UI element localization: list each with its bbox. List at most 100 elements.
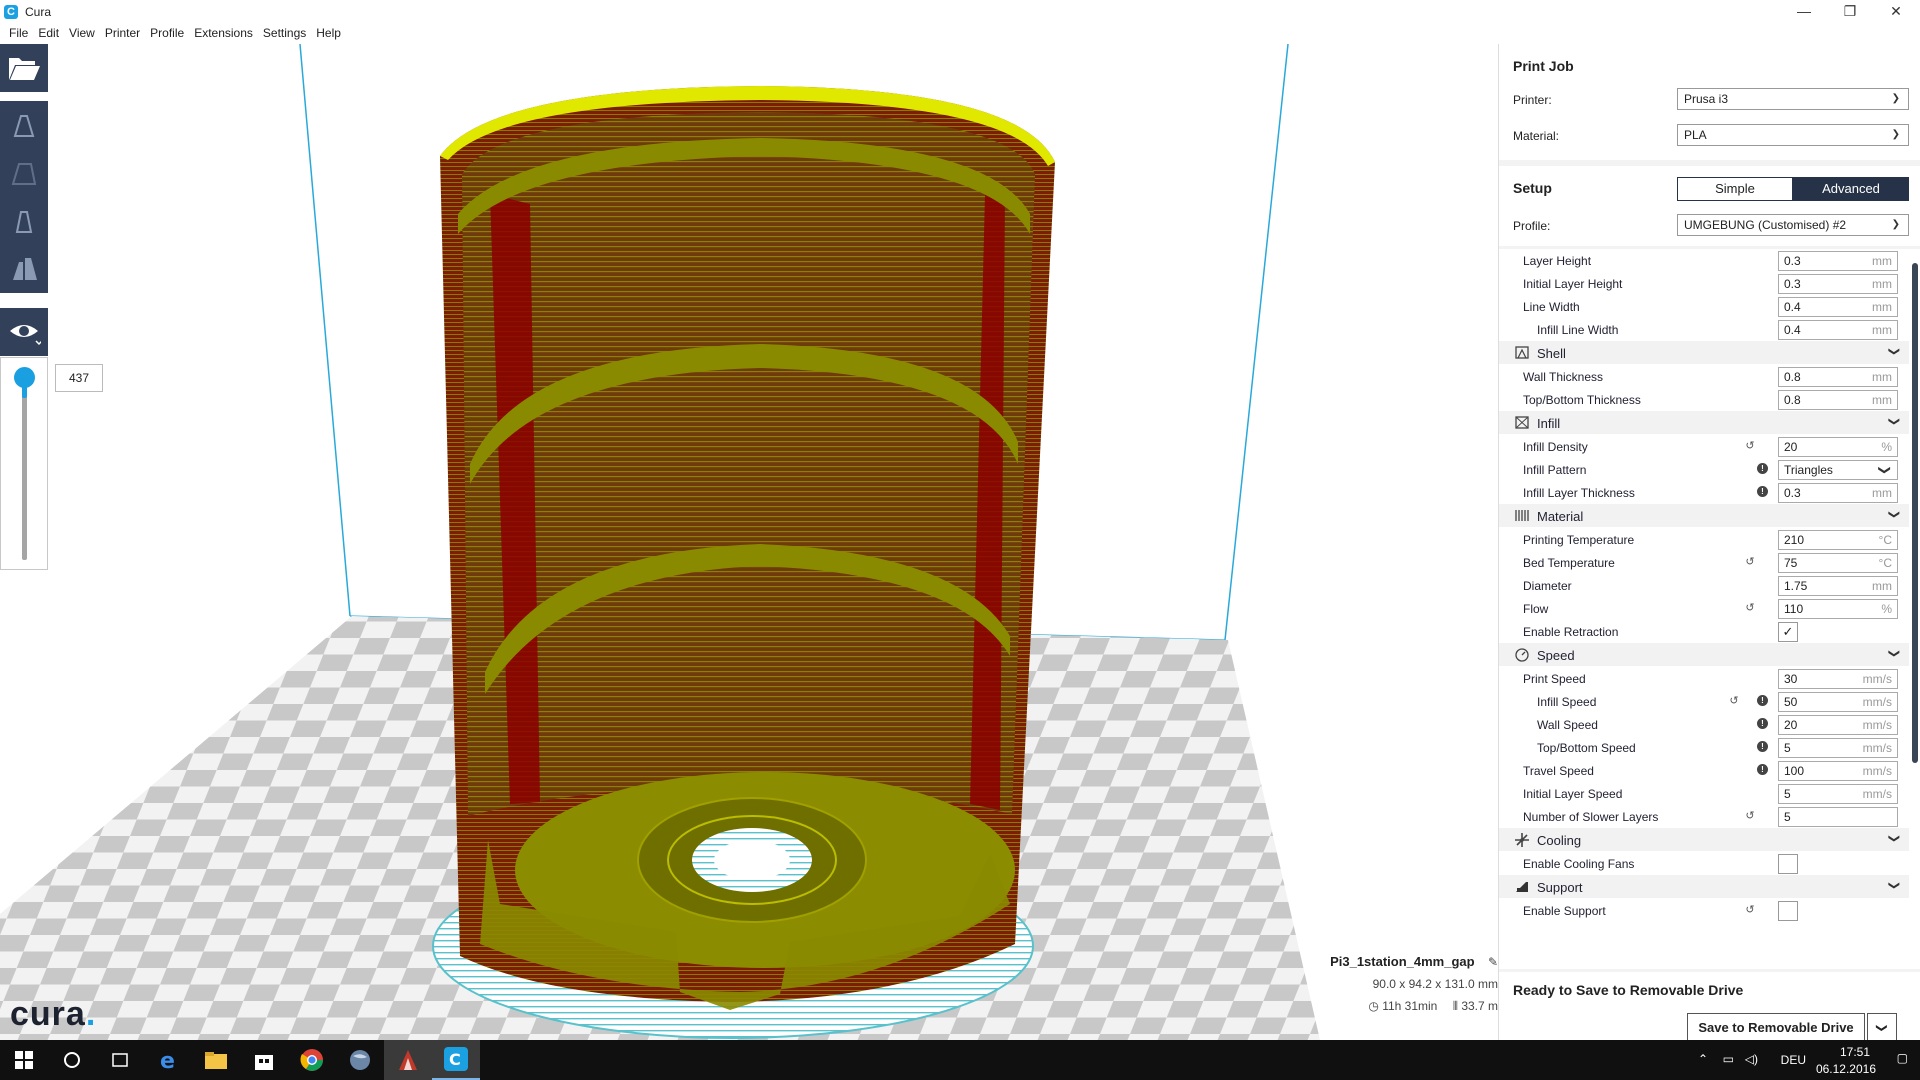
printer-select[interactable]: Prusa i3 ❯ (1677, 88, 1909, 110)
setting-input[interactable]: 30 mm/s (1778, 669, 1898, 689)
setting-number-of-slower-layers[interactable]: Number of Slower Layers ↺ 5 (1499, 805, 1909, 828)
job-name[interactable]: Pi3_1station_4mm_gap (1330, 954, 1475, 969)
minimize-icon[interactable]: — (1780, 0, 1828, 23)
menu-extensions[interactable]: Extensions (189, 23, 258, 44)
taskbar-edge[interactable]: e (144, 1040, 192, 1080)
setting-checkbox[interactable] (1778, 901, 1798, 921)
edit-pencil-icon[interactable]: ✎ (1488, 955, 1498, 969)
clock-date[interactable]: 06.12.2016 (1816, 1062, 1876, 1076)
material-select[interactable]: PLA ❯ (1677, 124, 1909, 146)
profile-select[interactable]: UMGEBUNG (Customised) #2 ❯ (1677, 214, 1909, 236)
setting-enable-cooling-fans[interactable]: Enable Cooling Fans (1499, 852, 1909, 875)
info-icon[interactable]: ! (1757, 695, 1768, 706)
setting-input[interactable]: 0.3 mm (1778, 274, 1898, 294)
setting-input[interactable]: 50 mm/s (1778, 692, 1898, 712)
setting-input[interactable]: 0.4 mm (1778, 297, 1898, 317)
setting-input[interactable]: 0.8 mm (1778, 390, 1898, 410)
setting-input[interactable]: 5 mm/s (1778, 738, 1898, 758)
setting-input[interactable]: 5 (1778, 807, 1898, 827)
open-file-button[interactable] (0, 44, 48, 92)
3d-viewport[interactable] (0, 44, 1498, 1040)
taskbar-chrome[interactable] (288, 1040, 336, 1080)
taskbar-store[interactable] (240, 1040, 288, 1080)
setting-layer-height[interactable]: Layer Height 0.3 mm (1499, 249, 1909, 272)
setting-input[interactable]: 20 mm/s (1778, 715, 1898, 735)
rotate-tool-button[interactable] (0, 197, 48, 245)
view-mode-button[interactable] (0, 308, 48, 356)
save-to-removable-drive-button[interactable]: Save to Removable Drive (1687, 1013, 1865, 1043)
scale-tool-button[interactable] (0, 149, 48, 197)
setting-flow[interactable]: Flow ↺ 110% (1499, 597, 1909, 620)
setting-input[interactable]: 20% (1778, 437, 1898, 457)
network-icon[interactable]: ▭ (1723, 1052, 1734, 1066)
category-support[interactable]: Support ❯ (1499, 875, 1909, 898)
setting-initial-layer-speed[interactable]: Initial Layer Speed 5 mm/s (1499, 782, 1909, 805)
setting-diameter[interactable]: Diameter 1.75 mm (1499, 574, 1909, 597)
layer-number-input[interactable]: 437 (55, 364, 103, 392)
setting-infill-density[interactable]: Infill Density ↺ 20% (1499, 435, 1909, 458)
layer-slider-track[interactable] (22, 378, 27, 560)
setting-checkbox[interactable]: ✓ (1778, 622, 1798, 642)
close-icon[interactable]: ✕ (1872, 0, 1920, 23)
settings-scrollbar[interactable] (1912, 263, 1918, 763)
setting-input[interactable]: 0.3 mm (1778, 251, 1898, 271)
clock-time[interactable]: 17:51 (1840, 1045, 1870, 1059)
setting-input[interactable]: 0.4 mm (1778, 320, 1898, 340)
mirror-tool-button[interactable] (0, 245, 48, 293)
notifications-icon[interactable]: ▢ (1897, 1051, 1908, 1065)
setting-enable-support[interactable]: Enable Support ↺ (1499, 899, 1909, 922)
category-material[interactable]: Material ❯ (1499, 504, 1909, 527)
mode-advanced-button[interactable]: Advanced (1793, 177, 1909, 201)
menu-view[interactable]: View (64, 23, 100, 44)
setting-enable-retraction[interactable]: Enable Retraction ✓ (1499, 620, 1909, 643)
category-infill[interactable]: Infill ❯ (1499, 411, 1909, 434)
setting-top-bottom-thickness[interactable]: Top/Bottom Thickness 0.8 mm (1499, 388, 1909, 411)
taskbar-explorer[interactable] (192, 1040, 240, 1080)
setting-input[interactable]: 0.3 mm (1778, 483, 1898, 503)
setting-infill-pattern[interactable]: Infill Pattern! Triangles ❯ (1499, 458, 1909, 481)
setting-input[interactable]: 0.8 mm (1778, 367, 1898, 387)
setting-initial-layer-height[interactable]: Initial Layer Height 0.3 mm (1499, 272, 1909, 295)
menu-edit[interactable]: Edit (33, 23, 64, 44)
reset-icon[interactable]: ↺ (1744, 556, 1756, 568)
tray-chevron-up-icon[interactable]: ⌃ (1698, 1052, 1708, 1066)
setting-infill-line-width[interactable]: Infill Line Width 0.4 mm (1499, 318, 1909, 341)
setting-input[interactable]: 110% (1778, 599, 1898, 619)
setting-input[interactable]: 75 °C (1778, 553, 1898, 573)
taskbar-app-dark[interactable] (384, 1040, 432, 1080)
info-icon[interactable]: ! (1757, 718, 1768, 729)
layer-slider-handle[interactable] (14, 367, 35, 388)
setting-checkbox[interactable] (1778, 854, 1798, 874)
mode-simple-button[interactable]: Simple (1677, 177, 1793, 201)
volume-icon[interactable]: ◁) (1745, 1052, 1758, 1066)
reset-icon[interactable]: ↺ (1728, 695, 1740, 707)
taskbar-globe-app[interactable] (336, 1040, 384, 1080)
maximize-icon[interactable]: ❐ (1826, 0, 1874, 23)
info-icon[interactable]: ! (1757, 463, 1768, 474)
input-language[interactable]: DEU (1781, 1053, 1806, 1067)
setting-travel-speed[interactable]: Travel Speed! 100 mm/s (1499, 759, 1909, 782)
output-device-dropdown[interactable]: ❯ (1867, 1013, 1897, 1043)
menu-file[interactable]: File (4, 23, 33, 44)
menu-help[interactable]: Help (311, 23, 346, 44)
info-icon[interactable]: ! (1757, 741, 1768, 752)
setting-input[interactable]: 1.75 mm (1778, 576, 1898, 596)
setting-top-bottom-speed[interactable]: Top/Bottom Speed! 5 mm/s (1499, 736, 1909, 759)
setting-wall-thickness[interactable]: Wall Thickness 0.8 mm (1499, 365, 1909, 388)
setting-infill-speed[interactable]: Infill Speed ↺! 50 mm/s (1499, 690, 1909, 713)
setting-line-width[interactable]: Line Width 0.4 mm (1499, 295, 1909, 318)
setting-print-speed[interactable]: Print Speed 30 mm/s (1499, 667, 1909, 690)
setting-infill-layer-thickness[interactable]: Infill Layer Thickness! 0.3 mm (1499, 481, 1909, 504)
category-speed[interactable]: Speed ❯ (1499, 643, 1909, 666)
menu-printer[interactable]: Printer (100, 23, 145, 44)
reset-icon[interactable]: ↺ (1744, 602, 1756, 614)
setting-printing-temperature[interactable]: Printing Temperature 210 °C (1499, 528, 1909, 551)
setting-bed-temperature[interactable]: Bed Temperature ↺ 75 °C (1499, 551, 1909, 574)
reset-icon[interactable]: ↺ (1744, 440, 1756, 452)
taskbar-cura[interactable]: C (432, 1040, 480, 1080)
setting-input[interactable]: 210 °C (1778, 530, 1898, 550)
search-button[interactable] (48, 1040, 96, 1080)
task-view-button[interactable] (96, 1040, 144, 1080)
setting-input[interactable]: 100 mm/s (1778, 761, 1898, 781)
setting-input[interactable]: 5 mm/s (1778, 784, 1898, 804)
